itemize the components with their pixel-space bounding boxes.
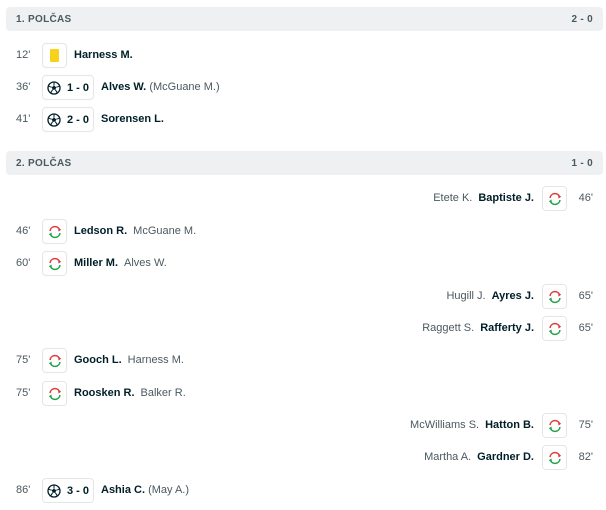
incident-minute: 41' (16, 113, 31, 125)
incident-minute: 75' (16, 387, 31, 399)
player-link[interactable]: Alves W. (101, 81, 146, 93)
player-link[interactable]: Ashia C. (101, 484, 145, 496)
incident-text: Etete K. Baptiste J. (433, 192, 534, 204)
incident-text: McWilliams S. Hatton B. (410, 419, 534, 431)
assist-player[interactable]: (McGuane M.) (149, 81, 219, 93)
incident-icon-box: 2 - 0 (42, 107, 94, 132)
incident-icon-box (42, 381, 67, 406)
incident-icon-box (42, 251, 67, 276)
incident-row: McWilliams S. Hatton B. 75' (0, 412, 606, 440)
substitution-icon (548, 192, 561, 205)
incident-text: Ledson R. McGuane M. (74, 225, 196, 237)
incident-minute: 82' (578, 451, 593, 463)
incident-minute: 86' (16, 484, 31, 496)
incident-text: Raggett S. Rafferty J. (422, 322, 534, 334)
incident-icon-box (542, 284, 567, 309)
soccer-ball-icon (47, 112, 61, 127)
incident-text: Miller M. Alves W. (74, 257, 167, 269)
player-out[interactable]: Alves W. (124, 257, 167, 269)
player-out[interactable]: Etete K. (433, 192, 472, 204)
player-out[interactable]: McGuane M. (133, 225, 196, 237)
incident-minute: 65' (578, 322, 593, 334)
incident-minute: 46' (16, 225, 31, 237)
incident-row: 41' 2 - 0 Sorensen L. (0, 106, 606, 134)
incident-minute: 75' (578, 419, 593, 431)
substitution-icon (48, 225, 61, 238)
incident-text: Sorensen L. (101, 113, 164, 125)
incident-text: Alves W. (McGuane M.) (101, 81, 220, 93)
goal-score: 2 - 0 (67, 113, 90, 126)
incident-icon-box (542, 316, 567, 341)
player-out[interactable]: Hugill J. (446, 290, 485, 302)
goal-score: 3 - 0 (67, 484, 90, 497)
player-out[interactable]: Balker R. (141, 387, 186, 399)
substitution-icon (548, 290, 561, 303)
incident-row: Raggett S. Rafferty J. 65' (0, 315, 606, 343)
player-out[interactable]: Harness M. (128, 354, 184, 366)
incident-text: Hugill J. Ayres J. (446, 290, 534, 302)
substitution-icon (548, 322, 561, 335)
player-in[interactable]: Gardner D. (477, 451, 534, 463)
goal-score: 1 - 0 (67, 81, 90, 94)
substitution-icon (548, 419, 561, 432)
incident-minute: 12' (16, 49, 31, 61)
player-in[interactable]: Miller M. (74, 257, 118, 269)
substitution-icon (48, 354, 61, 367)
incident-row: 36' 1 - 0 Alves W. (McGuane M.) (0, 74, 606, 102)
player-out[interactable]: Raggett S. (422, 322, 474, 334)
player-in[interactable]: Ledson R. (74, 225, 127, 237)
incident-icon-box: 1 - 0 (42, 75, 94, 100)
incident-minute: 75' (16, 354, 31, 366)
incident-row: Hugill J. Ayres J. 65' (0, 283, 606, 311)
player-out[interactable]: Martha A. (424, 451, 471, 463)
player-in[interactable]: Baptiste J. (478, 192, 534, 204)
incident-icon-box (542, 445, 567, 470)
incident-row: 86' 3 - 0 Ashia C. (May A.) (0, 477, 606, 505)
incident-icon-box (542, 186, 567, 211)
soccer-ball-icon (47, 80, 61, 95)
substitution-icon (48, 387, 61, 400)
period-title: 2. POLČAS (16, 158, 72, 169)
substitution-icon (48, 257, 61, 270)
incident-minute: 60' (16, 257, 31, 269)
player-in[interactable]: Hatton B. (485, 419, 534, 431)
incident-row: Martha A. Gardner D. 82' (0, 444, 606, 472)
incident-row: 60' Miller M. Alves W. (0, 250, 606, 278)
incident-icon-box (42, 348, 67, 373)
player-link[interactable]: Harness M. (74, 49, 133, 61)
yellow-card-icon (50, 49, 59, 62)
incident-minute: 36' (16, 81, 31, 93)
incident-text: Ashia C. (May A.) (101, 484, 189, 496)
period-header-first-half: 1. POLČAS 2 - 0 (6, 7, 603, 31)
player-in[interactable]: Rafferty J. (480, 322, 534, 334)
player-in[interactable]: Gooch L. (74, 354, 122, 366)
incident-text: Harness M. (74, 49, 133, 61)
incident-text: Roosken R. Balker R. (74, 387, 186, 399)
incident-row: Etete K. Baptiste J. 46' (0, 185, 606, 213)
incident-row: 46' Ledson R. McGuane M. (0, 218, 606, 246)
incident-icon-box (542, 413, 567, 438)
incident-row: 75' Roosken R. Balker R. (0, 380, 606, 408)
incident-text: Martha A. Gardner D. (424, 451, 534, 463)
incident-row: 12' Harness M. (0, 42, 606, 70)
substitution-icon (548, 451, 561, 464)
period-title: 1. POLČAS (16, 14, 72, 25)
incident-minute: 65' (578, 290, 593, 302)
incident-text: Gooch L. Harness M. (74, 354, 184, 366)
incident-icon-box (42, 43, 67, 68)
period-score: 1 - 0 (571, 158, 593, 169)
player-in[interactable]: Roosken R. (74, 387, 135, 399)
incident-icon-box: 3 - 0 (42, 478, 94, 503)
player-out[interactable]: McWilliams S. (410, 419, 479, 431)
incident-minute: 46' (578, 192, 593, 204)
period-score: 2 - 0 (571, 14, 593, 25)
player-in[interactable]: Ayres J. (492, 290, 534, 302)
incident-row: 75' Gooch L. Harness M. (0, 347, 606, 375)
period-header-second-half: 2. POLČAS 1 - 0 (6, 151, 603, 175)
player-link[interactable]: Sorensen L. (101, 113, 164, 125)
incident-icon-box (42, 219, 67, 244)
soccer-ball-icon (47, 483, 61, 498)
assist-player[interactable]: (May A.) (148, 484, 189, 496)
